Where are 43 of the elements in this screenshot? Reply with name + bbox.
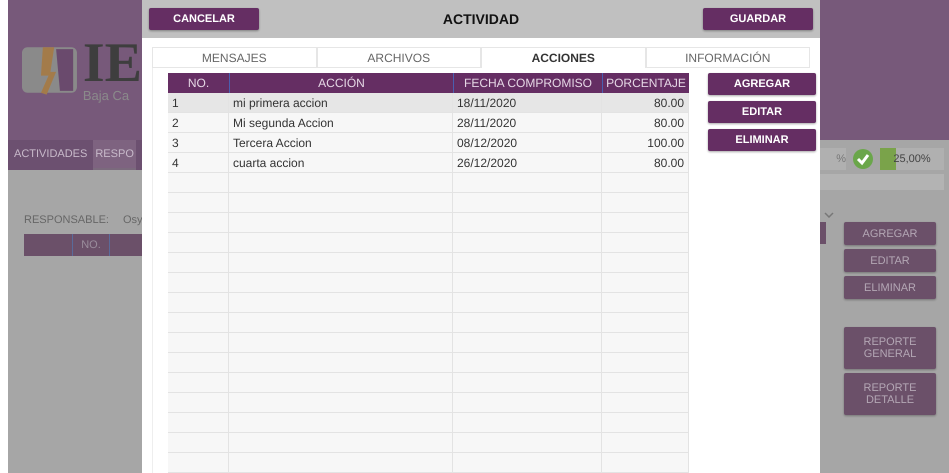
tab[interactable]: ACCIONES (481, 47, 646, 68)
tab[interactable]: INFORMACIÓN (646, 47, 810, 68)
nav-tab[interactable]: ACTIVIDADES (12, 140, 90, 170)
logo-text: IE (82, 37, 142, 89)
chevron-icon (824, 212, 834, 218)
table-cell: 80.00 (602, 153, 689, 173)
action-button[interactable]: AGREGAR (708, 73, 816, 95)
action-button[interactable]: ELIMINAR (844, 276, 936, 299)
table-cell: 3 (168, 133, 229, 153)
table-cell: 4 (168, 153, 229, 173)
table-cell: 26/12/2020 (453, 153, 602, 173)
modal-title: ACTIVIDAD (442, 11, 520, 27)
table-cell: 1 (168, 93, 229, 113)
table-cell: Tercera Accion (229, 133, 453, 153)
table-cell: 18/11/2020 (453, 93, 602, 113)
action-button[interactable]: ELIMINAR (708, 129, 816, 151)
table-cell: 80.00 (602, 113, 689, 133)
table-cell: 28/11/2020 (453, 113, 602, 133)
action-button[interactable]: REPORTE DETALLE (844, 373, 936, 415)
table-cell: mi primera accion (229, 93, 453, 113)
table-cell: 100.00 (602, 133, 689, 153)
cancel-button[interactable]: CANCELAR (149, 8, 259, 30)
table-cell: Mi segunda Accion (229, 113, 453, 133)
column-header: ACCIÓN (229, 73, 453, 93)
check-icon (852, 148, 874, 170)
save-button[interactable]: GUARDAR (702, 8, 813, 30)
action-button[interactable]: EDITAR (708, 101, 816, 123)
table-cell: 08/12/2020 (453, 133, 602, 153)
column-header: NO. (168, 73, 229, 93)
table-header (820, 222, 826, 244)
column-header: FECHA COMPROMISO (453, 73, 602, 93)
action-button[interactable]: AGREGAR (844, 222, 936, 245)
column-header: NO. (72, 234, 110, 256)
table-cell: 80.00 (602, 93, 689, 113)
column-header: PORCENTAJE (602, 73, 689, 93)
tab[interactable]: ARCHIVOS (316, 47, 481, 68)
action-button[interactable]: EDITAR (844, 249, 936, 272)
table-cell: 2 (168, 113, 229, 133)
table-cell: cuarta accion (229, 153, 453, 173)
percent-text: % (820, 148, 846, 170)
responsable-label: RESPONSABLE: (24, 214, 109, 226)
action-button[interactable]: REPORTE GENERAL (844, 327, 936, 369)
tab[interactable]: MENSAJES (152, 47, 316, 68)
